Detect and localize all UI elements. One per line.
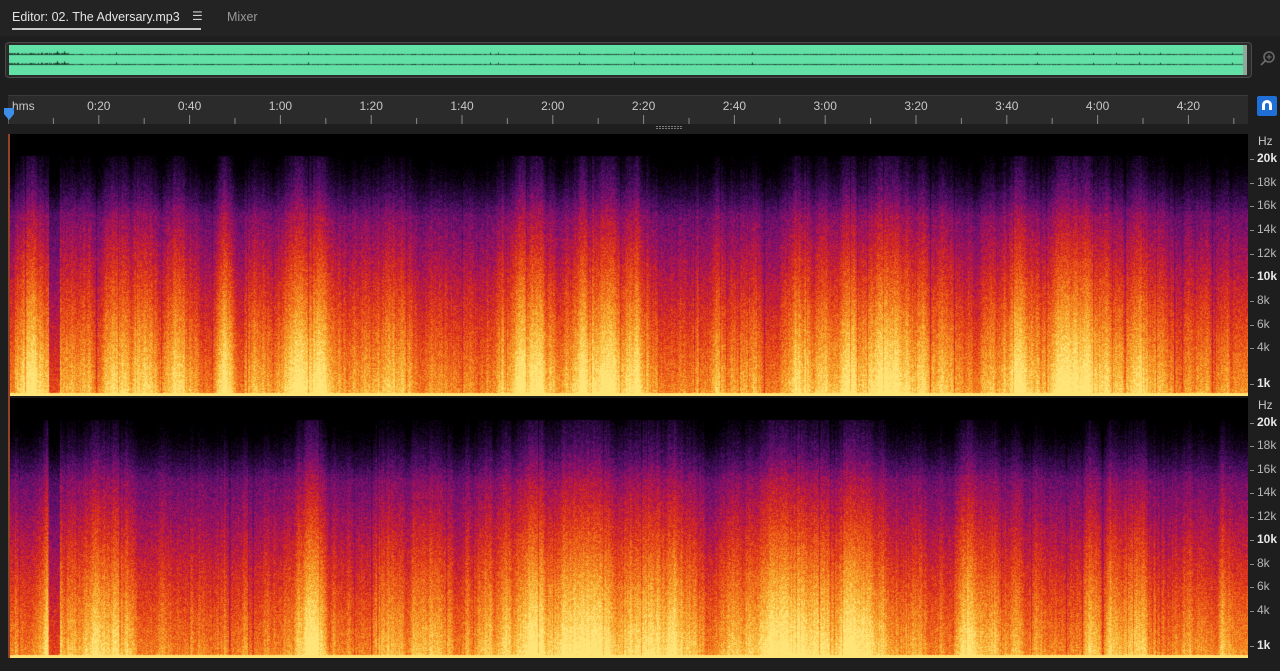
ruler-time-label: 1:00 [268,99,293,113]
editor-tab-bar: Editor: 02. The Adversary.mp3 ☰ Mixer [0,0,1280,36]
hz-tick-label: 16k [1257,198,1277,213]
spectrogram-channel-left[interactable] [10,134,1248,396]
ruler-time-label: 0:20 [87,99,111,113]
ruler-time-label: 1:40 [450,99,474,113]
hz-tick [1250,301,1254,303]
spectrogram-canvas-left [10,134,1248,396]
hz-tick-label: 12k [1257,508,1277,523]
hz-tick [1250,646,1254,647]
hz-tick [1250,493,1254,495]
hz-tick [1250,384,1254,385]
hz-tick-label: 10k [1257,269,1278,284]
ruler-time-label: 3:40 [995,99,1019,113]
hz-unit-label: Hz [1258,134,1273,148]
active-tab-underline [12,28,201,30]
hz-tick [1250,206,1254,208]
playhead-marker-icon[interactable] [3,107,15,121]
hz-tick [1250,324,1254,326]
hz-tick-label: 16k [1257,461,1277,476]
hz-tick [1250,563,1254,565]
hz-tick [1250,446,1254,448]
spectrogram-channel-right[interactable] [10,398,1248,658]
hz-tick [1250,253,1254,255]
overview-waveform [9,45,1247,75]
hz-tick [1250,348,1254,350]
hz-tick-label: 6k [1257,579,1270,594]
selection-edge [8,134,10,658]
ruler-time-label: 1:20 [359,99,383,113]
hz-tick-label: 18k [1257,438,1277,453]
hz-tick-label: 4k [1257,340,1270,355]
ruler-time-label: 3:00 [813,99,837,113]
time-ruler[interactable]: hms 0:20 0:40 1:00 1:20 1:40 2:00 2:20 2:40 3:00… [8,95,1248,124]
tab-editor[interactable]: Editor: 02. The Adversary.mp3 [12,10,180,24]
ruler-time-label: 4:00 [1085,99,1110,113]
spectrogram-canvas-right [10,398,1248,658]
magnifier-zoom-icon[interactable] [1258,48,1278,68]
hz-tick-label: 10k [1257,532,1278,547]
ruler-time-label: 3:20 [904,99,928,113]
ruler-time-label: 4:20 [1176,99,1201,113]
hz-tick-label: 18k [1257,174,1277,189]
hz-tick-label: 8k [1257,555,1270,570]
hz-tick-label: 1k [1257,376,1271,390]
ruler-time-label: 2:40 [722,99,747,113]
hz-tick-label: 12k [1257,245,1277,260]
hz-tick-label: 4k [1257,602,1270,617]
hz-tick [1250,182,1254,184]
hz-unit-label: Hz [1258,398,1273,412]
hz-tick [1250,423,1254,424]
hz-tick-label: 8k [1257,293,1270,308]
hz-tick [1250,469,1254,471]
hz-tick-label: 14k [1257,222,1277,237]
frequency-scale-right: Hz 20k 18k 16k 14k 12k 10k 8k 6k 4k 1k [1250,398,1280,658]
hz-tick-label: 6k [1257,316,1270,331]
hz-tick-label: 20k [1257,151,1278,165]
hz-tick [1250,277,1254,279]
hz-tick [1250,540,1254,542]
ruler-unit-label: hms [12,99,35,113]
hz-tick [1250,230,1254,232]
panel-resize-grip[interactable] [656,126,684,129]
frequency-scale-left: Hz 20k 18k 16k 14k 12k 10k 8k 6k 4k 1k [1250,134,1280,396]
ruler-time-label: 0:40 [177,99,202,113]
snap-button[interactable] [1257,96,1277,116]
hz-tick [1250,516,1254,518]
snap-magnet-icon [1262,100,1272,110]
hz-tick [1250,587,1254,589]
hz-tick-label: 14k [1257,485,1277,500]
hz-tick [1250,610,1254,612]
ruler-time-label: 2:20 [631,99,656,113]
overview-navigator[interactable] [5,42,1252,78]
tab-mixer[interactable]: Mixer [227,10,258,24]
hz-tick-label: 1k [1257,638,1271,652]
ruler-time-label: 2:00 [541,99,565,113]
hz-tick [1250,159,1254,160]
hz-tick-label: 20k [1257,415,1278,429]
hamburger-icon[interactable]: ☰ [192,9,203,23]
bottom-strip [0,658,1280,671]
